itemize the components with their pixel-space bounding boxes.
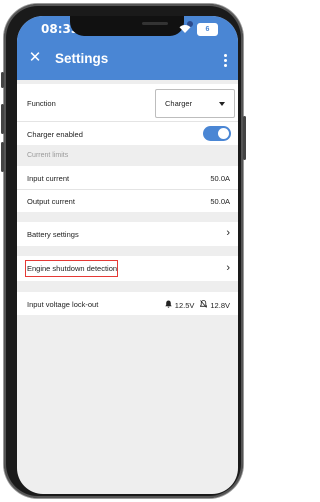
bell-icon xyxy=(165,300,172,310)
output-current-label: Output current xyxy=(27,197,75,206)
charger-enabled-row[interactable]: Charger enabled xyxy=(17,122,238,145)
phone-frame: 08:33 6 ✕ Settings Function Charger Char… xyxy=(1,4,246,498)
battery-settings-row[interactable]: Battery settings › xyxy=(17,222,238,246)
output-current-value: 50.0A xyxy=(210,197,230,206)
input-current-label: Input current xyxy=(27,174,70,183)
engine-shutdown-detection-label: Engine shutdown detection xyxy=(27,264,118,273)
input-voltage-lockout-row[interactable]: Input voltage lock-out 12.5V 12.8V xyxy=(17,292,238,315)
bell-off-icon xyxy=(199,300,208,310)
app-bar: ✕ Settings xyxy=(17,40,238,80)
toggle-knob xyxy=(218,128,229,139)
input-voltage-lockout-label: Input voltage lock-out xyxy=(27,300,99,309)
input-current-row[interactable]: Input current 50.0A xyxy=(17,166,238,189)
lockout-off-value: 12.8V xyxy=(210,300,230,310)
notch-speaker xyxy=(142,22,168,25)
chevron-right-icon: › xyxy=(226,262,230,274)
lockout-values: 12.5V 12.8V xyxy=(165,300,230,310)
status-icons: 6 xyxy=(179,23,218,36)
phone-side-button xyxy=(243,116,246,160)
wifi-icon xyxy=(179,24,191,36)
output-current-row[interactable]: Output current 50.0A xyxy=(17,190,238,212)
notch xyxy=(70,16,193,36)
engine-shutdown-detection-row[interactable]: Engine shutdown detection › xyxy=(17,256,238,281)
more-options-icon[interactable] xyxy=(220,52,230,68)
battery-settings-label: Battery settings xyxy=(27,230,79,239)
input-current-value: 50.0A xyxy=(210,174,230,183)
function-label: Function xyxy=(27,99,56,108)
function-row: Function Charger xyxy=(17,84,238,121)
chevron-down-icon xyxy=(219,102,225,106)
chevron-right-icon: › xyxy=(226,227,230,239)
phone-side-button xyxy=(1,72,4,88)
phone-side-button xyxy=(1,142,4,172)
battery-icon: 6 xyxy=(197,23,218,36)
close-icon[interactable]: ✕ xyxy=(27,50,43,66)
function-select[interactable]: Charger xyxy=(155,89,235,118)
current-limits-section-title: Current limits xyxy=(27,152,69,159)
status-bar: 08:33 6 xyxy=(17,16,238,40)
page-title: Settings xyxy=(55,51,109,66)
battery-level: 6 xyxy=(205,26,210,33)
phone-screen: 08:33 6 ✕ Settings Function Charger Char… xyxy=(17,16,238,494)
function-select-value: Charger xyxy=(165,99,193,108)
lockout-on-value: 12.5V xyxy=(174,300,195,310)
charger-enabled-toggle[interactable] xyxy=(203,126,231,141)
phone-side-button xyxy=(1,104,4,134)
charger-enabled-label: Charger enabled xyxy=(27,130,83,139)
